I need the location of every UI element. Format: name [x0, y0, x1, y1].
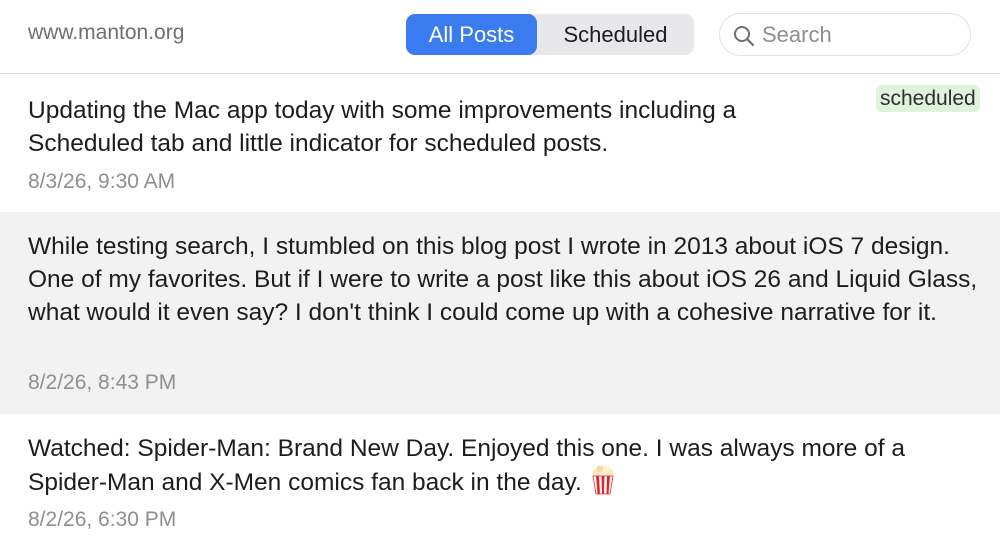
search-field[interactable] — [719, 13, 971, 56]
post-row[interactable]: While testing search, I stumbled on this… — [0, 212, 1000, 414]
post-row[interactable]: Watched: Spider-Man: Brand New Day. Enjo… — [0, 414, 1000, 544]
post-date: 8/2/26, 6:30 PM — [28, 508, 177, 531]
site-name[interactable]: www.manton.org — [28, 20, 184, 46]
post-row[interactable]: Updating the Mac app today with some imp… — [0, 75, 1000, 212]
post-date: 8/2/26, 8:43 PM — [28, 371, 177, 394]
popcorn-icon — [592, 465, 614, 495]
posts-filter-segmented-control: All Posts Scheduled — [406, 14, 694, 55]
post-text-container: Watched: Spider-Man: Brand New Day. Enjo… — [28, 432, 978, 499]
search-input[interactable] — [762, 22, 958, 48]
post-text: While testing search, I stumbled on this… — [28, 233, 978, 326]
scheduled-badge: scheduled — [876, 85, 980, 112]
tab-scheduled[interactable]: Scheduled — [537, 14, 694, 55]
search-icon — [734, 26, 755, 47]
tab-all-posts[interactable]: All Posts — [406, 14, 537, 55]
post-text: Updating the Mac app today with some imp… — [28, 97, 737, 157]
post-text: Watched: Spider-Man: Brand New Day. Enjo… — [28, 435, 905, 496]
post-date: 8/3/26, 9:30 AM — [28, 170, 176, 193]
toolbar: www.manton.org All Posts Scheduled — [0, 0, 1000, 74]
